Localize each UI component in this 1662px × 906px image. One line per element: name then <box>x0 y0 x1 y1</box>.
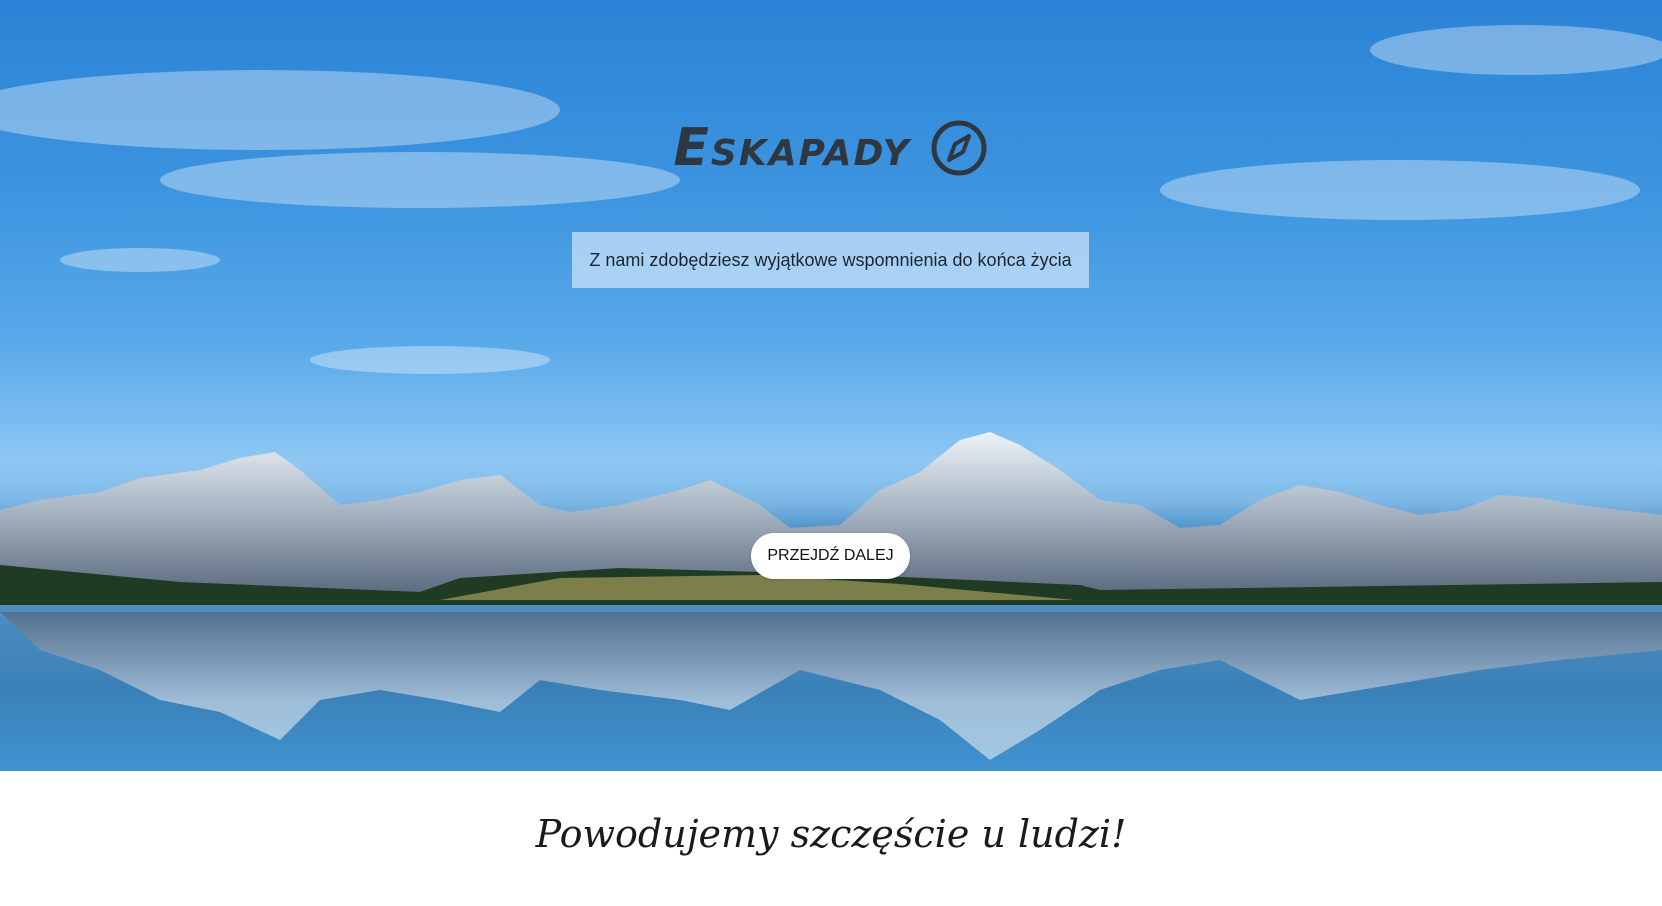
tagline-text: Z nami zdobędziesz wyjątkowe wspomnienia… <box>589 249 1072 270</box>
brand-header: Eskapady <box>0 118 1662 178</box>
brand-title: Eskapady <box>673 118 911 178</box>
continue-button[interactable]: PRZEJDŹ DALEJ <box>751 533 910 579</box>
section-slogan: Powodujemy szczęście u ludzi! <box>535 812 1127 856</box>
hero-background-image <box>0 25 1662 771</box>
hero-section: Eskapady Z nami zdobędziesz wyjątkowe ws… <box>0 0 1662 771</box>
compass-icon <box>929 118 989 178</box>
tagline-box: Z nami zdobędziesz wyjątkowe wspomnienia… <box>572 232 1089 288</box>
